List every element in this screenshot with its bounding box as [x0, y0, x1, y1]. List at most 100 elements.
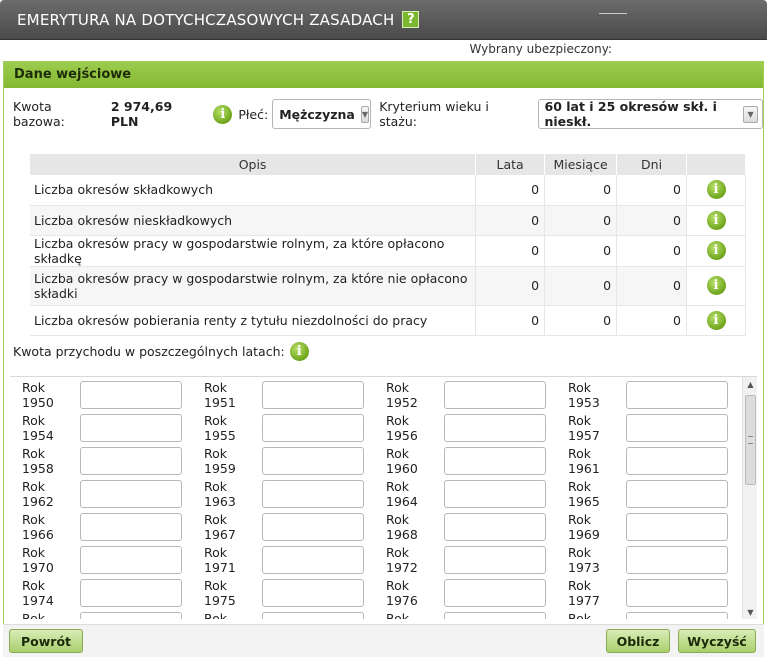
days-value[interactable]: 0	[616, 235, 687, 267]
year-income-input[interactable]	[262, 479, 364, 508]
year-income-input[interactable]	[262, 611, 364, 619]
info-icon[interactable]: i	[289, 342, 309, 361]
clear-button[interactable]: Wyczyść	[678, 629, 756, 653]
help-icon[interactable]: ?	[402, 11, 420, 28]
yearly-income-panel: Rok 1950 Rok 1951 Rok 1952 Rok 1953 Rok 1954…	[10, 376, 757, 619]
scrollbar-thumb[interactable]	[745, 395, 756, 485]
vertical-scrollbar[interactable]: ▲ ▼	[742, 377, 757, 619]
criterion-select-value: 60 lat i 25 okresów skł. i nieskł.	[544, 99, 717, 129]
year-income-cell: Rok 1964	[374, 477, 556, 510]
year-income-cell: Rok 1973	[556, 543, 738, 576]
years-value[interactable]: 0	[475, 305, 545, 336]
months-value[interactable]: 0	[544, 205, 617, 236]
year-income-input[interactable]	[626, 611, 728, 619]
year-income-input[interactable]	[444, 446, 546, 475]
months-value[interactable]: 0	[544, 305, 617, 336]
back-button[interactable]: Powrót	[9, 629, 83, 653]
info-icon[interactable]: i	[706, 180, 726, 200]
year-income-cell: Rok 1981	[556, 609, 738, 619]
window-title: EMERYTURA NA DOTYCHCZASOWYCH ZASADACH	[17, 10, 395, 29]
year-income-input[interactable]	[80, 479, 182, 508]
income-label-row: Kwota przychodu w poszczególnych latach:…	[13, 342, 309, 361]
year-income-input[interactable]	[444, 545, 546, 574]
days-value[interactable]: 0	[616, 205, 687, 236]
days-value[interactable]: 0	[616, 175, 687, 206]
year-label: Rok 1957	[568, 412, 600, 443]
criterion-select[interactable]: 60 lat i 25 okresów skł. i nieskł. ▼	[537, 99, 763, 129]
row-description: Liczba okresów nieskładkowych	[30, 205, 476, 236]
year-label: Rok 1969	[568, 511, 600, 542]
year-income-input[interactable]	[444, 380, 546, 409]
calculate-button[interactable]: Oblicz	[606, 629, 670, 653]
years-value[interactable]: 0	[475, 235, 545, 267]
year-income-input[interactable]	[262, 413, 364, 442]
year-income-input[interactable]	[444, 578, 546, 607]
year-label: Rok 1972	[386, 544, 418, 575]
year-label: Rok 1960	[386, 445, 418, 476]
info-icon[interactable]: i	[706, 241, 726, 260]
info-icon[interactable]: i	[706, 276, 726, 295]
years-value[interactable]: 0	[475, 205, 545, 236]
year-income-input[interactable]	[80, 446, 182, 475]
column-header-months: Miesiące	[544, 154, 618, 175]
year-label: Rok 1951	[204, 379, 236, 410]
year-income-input[interactable]	[262, 446, 364, 475]
year-income-input[interactable]	[80, 512, 182, 541]
year-income-input[interactable]	[626, 545, 728, 574]
year-income-input[interactable]	[80, 611, 182, 619]
year-label: Rok 1952	[386, 379, 418, 410]
days-value[interactable]: 0	[616, 266, 687, 306]
insured-person-value	[599, 13, 627, 14]
year-label: Rok 1970	[22, 544, 54, 575]
year-income-input[interactable]	[626, 578, 728, 607]
months-value[interactable]: 0	[544, 266, 617, 306]
year-label: Rok 1950	[22, 379, 54, 410]
year-income-input[interactable]	[626, 479, 728, 508]
year-label: Rok 1967	[204, 511, 236, 542]
row-description: Liczba okresów pracy w gospodarstwie rol…	[30, 235, 476, 267]
days-value[interactable]: 0	[616, 305, 687, 336]
year-income-cell: Rok 1952	[374, 378, 556, 411]
window-title-bar: EMERYTURA NA DOTYCHCZASOWYCH ZASADACH ?	[0, 0, 767, 40]
year-label: Rok 1968	[386, 511, 418, 542]
year-income-input[interactable]	[80, 413, 182, 442]
year-income-input[interactable]	[444, 479, 546, 508]
year-income-input[interactable]	[262, 545, 364, 574]
info-icon[interactable]: i	[706, 310, 726, 330]
year-income-cell: Rok 1957	[556, 411, 738, 444]
info-cell: i	[686, 266, 746, 306]
months-value[interactable]: 0	[544, 235, 617, 267]
year-income-cell: Rok 1958	[10, 444, 192, 477]
year-income-input[interactable]	[262, 578, 364, 607]
info-icon[interactable]: i	[706, 210, 726, 230]
year-income-input[interactable]	[626, 380, 728, 409]
year-income-input[interactable]	[444, 413, 546, 442]
year-income-cell: Rok 1980	[374, 609, 556, 619]
year-label: Rok 1980	[386, 610, 410, 620]
year-income-cell: Rok 1951	[192, 378, 374, 411]
year-income-input[interactable]	[262, 380, 364, 409]
info-icon[interactable]: i	[213, 104, 233, 124]
year-income-cell: Rok 1976	[374, 576, 556, 609]
year-income-input[interactable]	[444, 512, 546, 541]
income-label: Kwota przychodu w poszczególnych latach:	[13, 344, 285, 359]
base-amount-label: Kwota bazowa:	[13, 99, 65, 129]
years-value[interactable]: 0	[475, 175, 545, 206]
year-income-input[interactable]	[626, 446, 728, 475]
year-income-input[interactable]	[626, 512, 728, 541]
months-value[interactable]: 0	[544, 175, 617, 206]
column-header-years: Lata	[475, 154, 546, 175]
years-value[interactable]: 0	[475, 266, 545, 306]
scroll-up-icon[interactable]: ▲	[743, 377, 757, 392]
year-income-input[interactable]	[80, 545, 182, 574]
year-income-input[interactable]	[262, 512, 364, 541]
year-income-input[interactable]	[444, 611, 546, 619]
year-income-cell: Rok 1978	[10, 609, 192, 619]
year-income-input[interactable]	[80, 380, 182, 409]
scroll-down-icon[interactable]: ▼	[743, 605, 757, 619]
year-income-cell: Rok 1971	[192, 543, 374, 576]
gender-select[interactable]: Mężczyzna ▼	[272, 99, 372, 129]
year-income-input[interactable]	[80, 578, 182, 607]
year-income-input[interactable]	[626, 413, 728, 442]
year-income-cell: Rok 1955	[192, 411, 374, 444]
